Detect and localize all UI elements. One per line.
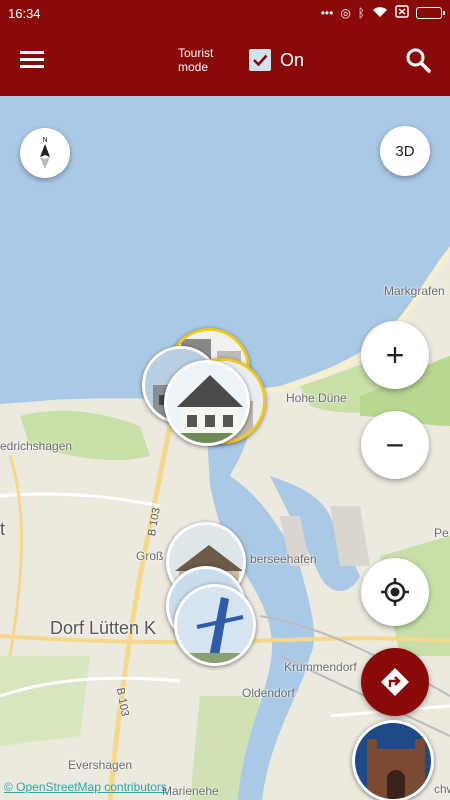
tourist-mode-label-line1: Tourist bbox=[178, 46, 214, 60]
search-icon[interactable] bbox=[404, 46, 432, 74]
map-label-ueberseehafen: berseehafen bbox=[250, 552, 317, 566]
map-label-t: t bbox=[0, 519, 6, 539]
map-label-markgrafen: Markgrafen bbox=[384, 284, 445, 298]
photo-thumbnail-icon bbox=[355, 723, 431, 799]
map-attribution-link[interactable]: © OpenStreetMap contributors bbox=[4, 780, 167, 794]
map-label-friedrichshagen: edrichshagen bbox=[0, 439, 73, 453]
compass-button[interactable]: N bbox=[20, 128, 70, 178]
data-saver-icon: ◎ bbox=[340, 6, 351, 20]
map-label-pe: Pe bbox=[434, 526, 449, 540]
map-label-oldendorf: Oldendorf bbox=[242, 686, 295, 700]
status-icons: ••• ◎ ᛒ bbox=[320, 5, 445, 21]
directions-button[interactable] bbox=[361, 648, 429, 716]
check-icon bbox=[253, 54, 268, 67]
zoom-out-button[interactable]: − bbox=[361, 411, 429, 479]
sim-icon bbox=[395, 5, 409, 21]
plus-icon: + bbox=[385, 336, 405, 373]
more-icon: ••• bbox=[320, 6, 334, 20]
photo-marker[interactable] bbox=[352, 720, 434, 800]
compass-icon: N bbox=[40, 137, 50, 169]
map-label-gross: Groß bbox=[136, 549, 164, 563]
tourist-mode-checkbox[interactable] bbox=[249, 49, 271, 71]
view-3d-label: 3D bbox=[395, 142, 415, 160]
hamburger-menu-icon[interactable] bbox=[20, 48, 50, 74]
tourist-mode-label-line2: mode bbox=[178, 60, 209, 74]
bluetooth-icon: ᛒ bbox=[357, 6, 365, 20]
minus-icon: − bbox=[385, 426, 405, 463]
battery-icon bbox=[416, 7, 445, 19]
view-3d-button[interactable]: 3D bbox=[380, 126, 430, 176]
my-location-button[interactable] bbox=[361, 558, 429, 626]
tourist-mode-label: Tourist mode bbox=[178, 46, 213, 74]
wifi-icon bbox=[372, 6, 388, 21]
map-view[interactable]: Markgrafen Hohe Düne edrichshagen t Groß… bbox=[0, 96, 450, 800]
status-bar: 16:34 ••• ◎ ᛒ bbox=[0, 0, 450, 26]
map-label-marienehe: Marienehe bbox=[162, 784, 219, 798]
zoom-in-button[interactable]: + bbox=[361, 321, 429, 389]
map-label-evershagen: Evershagen bbox=[68, 758, 133, 772]
photo-marker[interactable] bbox=[174, 584, 256, 666]
map-label-krummendorf: Krummendorf bbox=[284, 660, 357, 674]
map-label-hohe-dune: Hohe Düne bbox=[286, 391, 347, 405]
my-location-icon bbox=[381, 578, 409, 606]
map-label-dorf-lutten: Dorf Lütten K bbox=[50, 618, 157, 638]
map-label-schw: chwi bbox=[434, 782, 450, 796]
compass-north-label: N bbox=[42, 137, 47, 144]
app-bar: Tourist mode On bbox=[0, 26, 450, 96]
photo-marker[interactable] bbox=[164, 360, 250, 446]
status-time: 16:34 bbox=[8, 5, 41, 21]
directions-icon bbox=[381, 668, 409, 696]
tourist-mode-state: On bbox=[280, 50, 305, 70]
